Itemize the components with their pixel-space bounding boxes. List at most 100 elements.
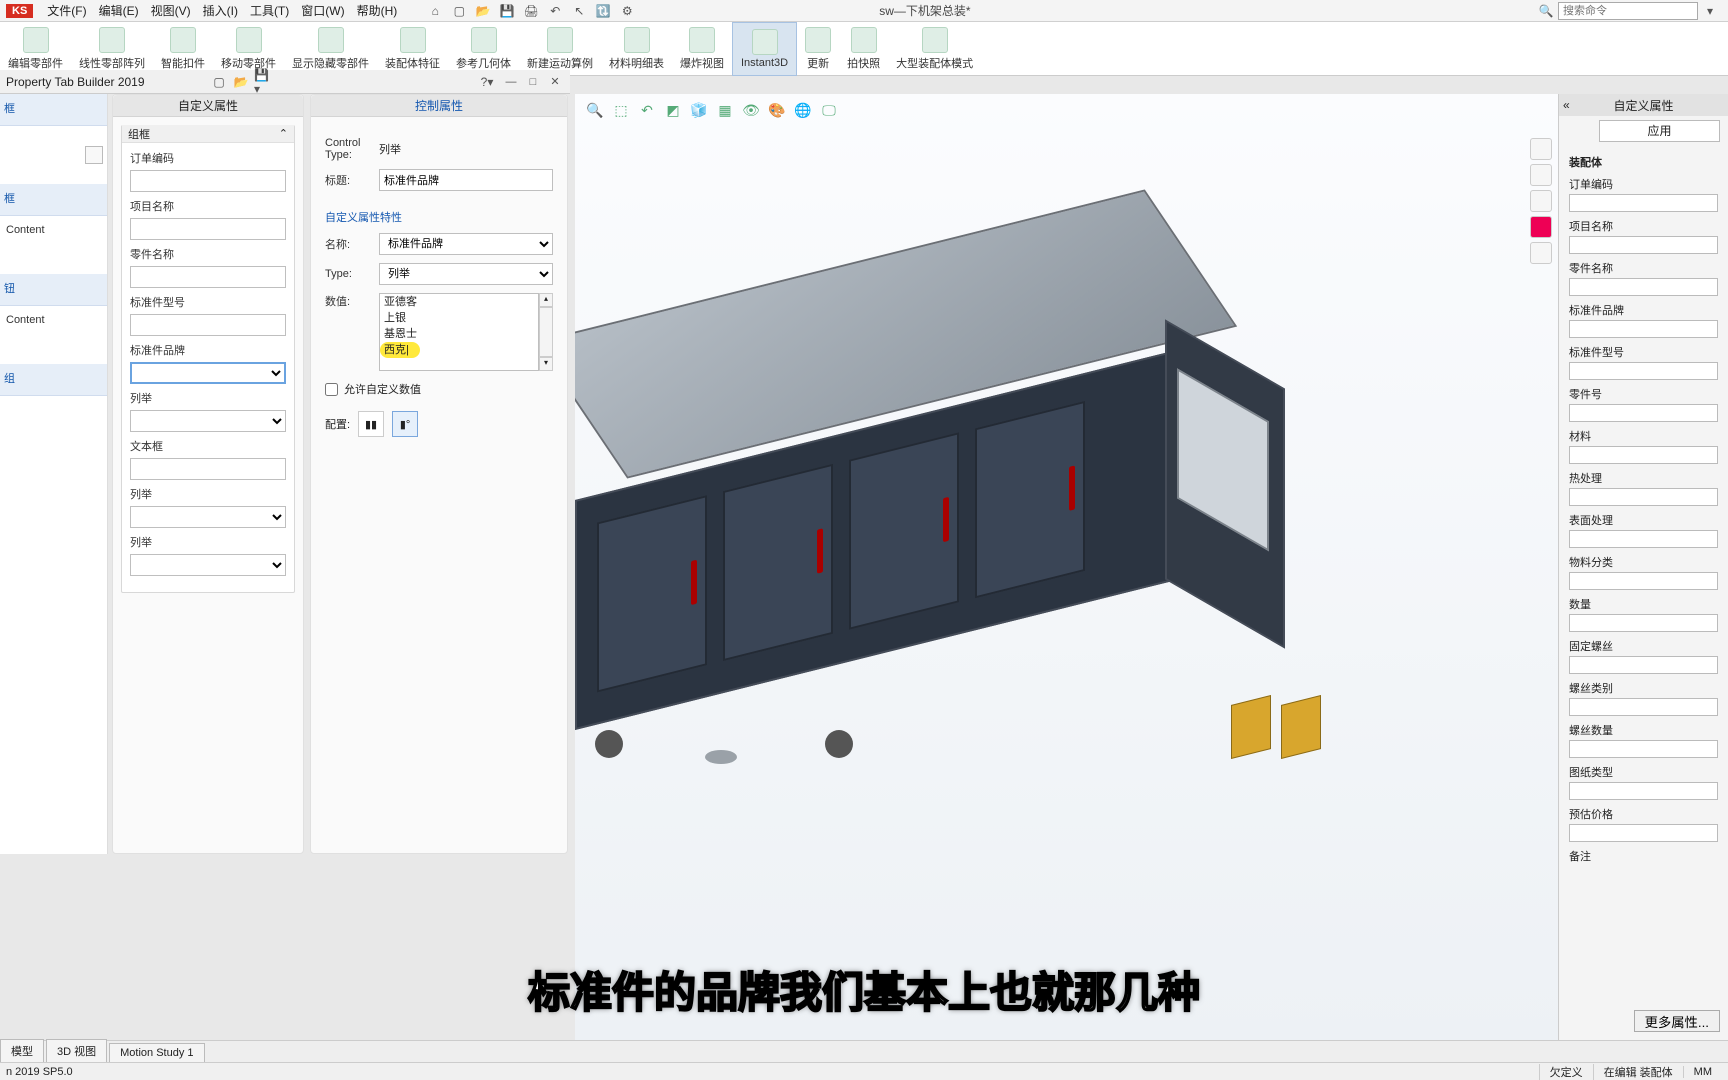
view-settings-icon[interactable]: 🖵 <box>819 100 839 120</box>
scroll-down-icon[interactable]: ▾ <box>539 357 553 371</box>
ribbon-linear-pattern[interactable]: 线性零部阵列 <box>71 22 153 76</box>
palette-section[interactable]: 框 <box>0 94 107 126</box>
new-icon[interactable]: ▢ <box>449 2 469 20</box>
hide-show-icon[interactable]: 👁 <box>741 100 761 120</box>
part-name-input[interactable] <box>130 266 286 288</box>
graphics-viewport[interactable]: 🔍 ⬚ ↶ ◩ 🧊 ▦ 👁 🎨 🌐 🖵 <box>575 94 1558 1040</box>
ribbon-large-assembly[interactable]: 大型装配体模式 <box>888 22 981 76</box>
ptb-open-icon[interactable]: 📂 <box>232 73 250 91</box>
tab-3dview[interactable]: 3D 视图 <box>46 1039 107 1062</box>
tp-input[interactable] <box>1569 404 1718 422</box>
ribbon-assembly-features[interactable]: 装配体特征 <box>377 22 448 76</box>
side-layers-icon[interactable] <box>1530 164 1552 186</box>
order-code-input[interactable] <box>130 170 286 192</box>
prev-view-icon[interactable]: ↶ <box>637 100 657 120</box>
tp-input[interactable] <box>1569 488 1718 506</box>
appearance-icon[interactable]: 🎨 <box>767 100 787 120</box>
side-appearance-icon[interactable] <box>1530 216 1552 238</box>
list-item[interactable]: 西克| <box>380 342 420 358</box>
list-item[interactable]: 亚德客 <box>380 294 538 310</box>
tp-input[interactable] <box>1569 824 1718 842</box>
ribbon-exploded-view[interactable]: 爆炸视图 <box>672 22 732 76</box>
tab-model[interactable]: 模型 <box>0 1039 44 1062</box>
tp-input[interactable] <box>1569 278 1718 296</box>
type-select[interactable]: 列举 <box>379 263 553 285</box>
ribbon-snapshot[interactable]: 拍快照 <box>839 22 888 76</box>
palette-section[interactable]: 钮 <box>0 274 107 306</box>
caption-input[interactable] <box>379 169 553 191</box>
menu-help[interactable]: 帮助(H) <box>351 0 404 21</box>
palette-section[interactable]: 框 <box>0 184 107 216</box>
tp-input[interactable] <box>1569 236 1718 254</box>
list-select[interactable] <box>130 554 286 576</box>
scene-icon[interactable]: 🌐 <box>793 100 813 120</box>
side-home-icon[interactable] <box>1530 138 1552 160</box>
tp-input[interactable] <box>1569 698 1718 716</box>
tp-input[interactable] <box>1569 362 1718 380</box>
home-icon[interactable]: ⌂ <box>425 2 445 20</box>
std-model-input[interactable] <box>130 314 286 336</box>
ptb-minimize-icon[interactable]: — <box>502 75 520 89</box>
tp-input[interactable] <box>1569 782 1718 800</box>
tp-input[interactable] <box>1569 656 1718 674</box>
collapse-icon[interactable]: ⌃ <box>279 127 288 140</box>
menu-file[interactable]: 文件(F) <box>41 0 92 21</box>
ribbon-move-component[interactable]: 移动零部件 <box>213 22 284 76</box>
ptb-help-icon[interactable]: ?▾ <box>478 73 496 91</box>
ribbon-smart-fasteners[interactable]: 智能扣件 <box>153 22 213 76</box>
options-icon[interactable]: ⚙ <box>617 2 637 20</box>
tp-input[interactable] <box>1569 530 1718 548</box>
menu-view[interactable]: 视图(V) <box>145 0 197 21</box>
list-select[interactable] <box>130 410 286 432</box>
palette-section[interactable]: 组 <box>0 364 107 396</box>
textbox-input[interactable] <box>130 458 286 480</box>
list-item[interactable]: 上银 <box>380 310 538 326</box>
ptb-close-icon[interactable]: ✕ <box>546 75 564 89</box>
open-icon[interactable]: 📂 <box>473 2 493 20</box>
save-icon[interactable]: 💾 <box>497 2 517 20</box>
ribbon-instant3d[interactable]: Instant3D <box>732 22 797 76</box>
ptb-maximize-icon[interactable]: □ <box>524 75 542 89</box>
project-name-input[interactable] <box>130 218 286 240</box>
display-style-icon[interactable]: ▦ <box>715 100 735 120</box>
menu-insert[interactable]: 插入(I) <box>197 0 244 21</box>
search-dropdown-icon[interactable]: ▾ <box>1700 2 1720 20</box>
tab-motion-study[interactable]: Motion Study 1 <box>109 1043 204 1062</box>
ribbon-show-hidden[interactable]: 显示隐藏零部件 <box>284 22 377 76</box>
view-orientation-icon[interactable]: 🧊 <box>689 100 709 120</box>
taskpane-collapse-icon[interactable]: « <box>1563 98 1570 112</box>
values-listbox[interactable]: 亚德客 上银 基恩士 西克| <box>379 293 539 371</box>
ribbon-new-motion[interactable]: 新建运动算例 <box>519 22 601 76</box>
scroll-track[interactable] <box>539 307 553 357</box>
select-icon[interactable]: ↖ <box>569 2 589 20</box>
section-view-icon[interactable]: ◩ <box>663 100 683 120</box>
search-icon[interactable]: 🔍 <box>1536 2 1556 20</box>
palette-spinner[interactable] <box>85 146 103 164</box>
rebuild-icon[interactable]: 🔃 <box>593 2 613 20</box>
tp-input[interactable] <box>1569 614 1718 632</box>
ribbon-update[interactable]: 更新 <box>797 22 839 76</box>
scroll-up-icon[interactable]: ▴ <box>539 293 553 307</box>
palette-item[interactable]: Content <box>0 216 107 244</box>
tp-input[interactable] <box>1569 194 1718 212</box>
palette-item[interactable]: Content <box>0 306 107 334</box>
std-brand-select[interactable] <box>130 362 286 384</box>
ribbon-bom[interactable]: 材料明细表 <box>601 22 672 76</box>
search-input[interactable] <box>1558 2 1698 20</box>
ptb-new-icon[interactable]: ▢ <box>210 73 228 91</box>
ptb-save-icon[interactable]: 💾▾ <box>254 73 272 91</box>
more-properties-button[interactable]: 更多属性... <box>1634 1010 1720 1032</box>
zoom-fit-icon[interactable]: 🔍 <box>585 100 605 120</box>
side-clipboard-icon[interactable] <box>1530 190 1552 212</box>
config-this-button[interactable]: ▮° <box>392 411 418 437</box>
ribbon-ref-geometry[interactable]: 参考几何体 <box>448 22 519 76</box>
print-icon[interactable]: 🖨 <box>521 2 541 20</box>
undo-icon[interactable]: ↶ <box>545 2 565 20</box>
side-custom-props-icon[interactable] <box>1530 242 1552 264</box>
list-select[interactable] <box>130 506 286 528</box>
tp-input[interactable] <box>1569 740 1718 758</box>
allow-custom-checkbox[interactable] <box>325 383 338 396</box>
taskpane-apply-tab[interactable]: 应用 <box>1599 120 1720 142</box>
tp-input[interactable] <box>1569 320 1718 338</box>
list-item[interactable]: 基恩士 <box>380 326 538 342</box>
